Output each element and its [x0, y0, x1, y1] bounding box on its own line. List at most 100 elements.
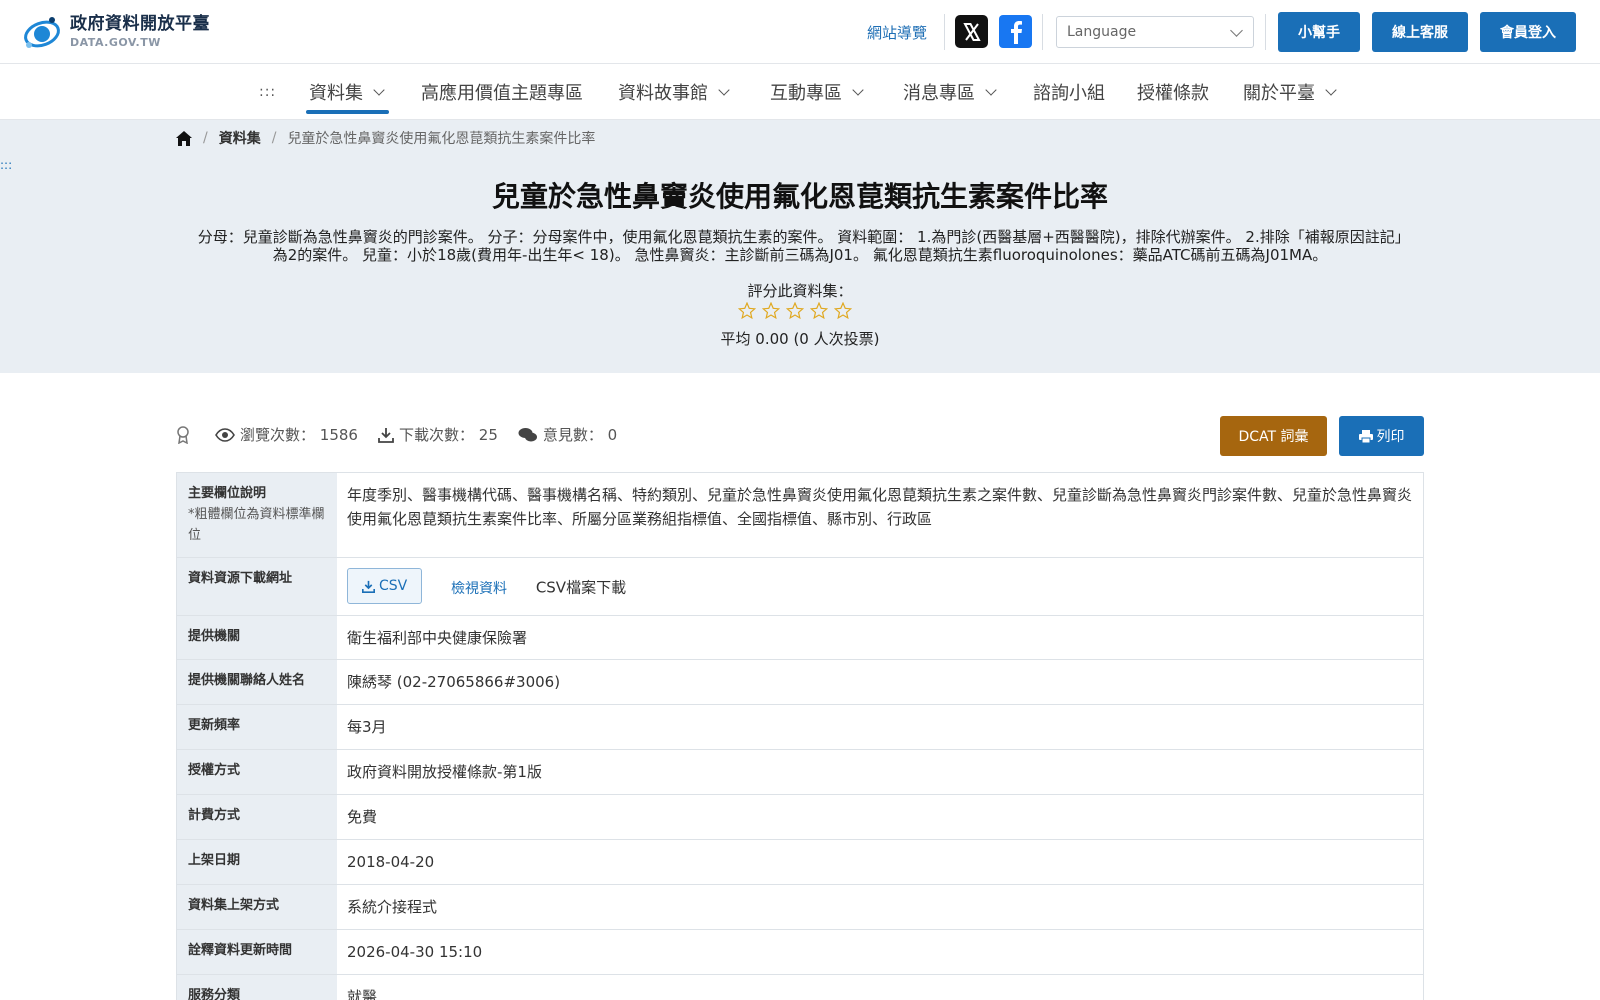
helper-button[interactable]: 小幫手 — [1278, 12, 1360, 52]
eye-icon — [215, 427, 235, 442]
fee-label: 計費方式 — [177, 795, 337, 839]
frequency-label: 更新頻率 — [177, 705, 337, 749]
nav-active-indicator — [306, 110, 389, 114]
x-twitter-icon[interactable] — [955, 15, 988, 48]
printer-icon — [1358, 430, 1373, 443]
csv-description: CSV檔案下載 — [535, 578, 627, 597]
fields-note: *粗體欄位為資料標準欄位 — [188, 507, 325, 543]
table-row: 服務分類 就醫 — [177, 975, 1423, 1000]
site-logo[interactable]: 政府資料開放平臺 DATA.GOV.TW — [22, 12, 210, 52]
breadcrumb: / 資料集 / 兒童於急性鼻竇炎使用氟化恩菎類抗生素案件比率 — [176, 128, 595, 148]
method-value: 系統介接程式 — [337, 885, 1423, 929]
breadcrumb-separator: / — [203, 130, 208, 146]
accesskey-anchor[interactable]: ::: — [259, 84, 276, 100]
view-data-link[interactable]: 檢視資料 — [451, 581, 507, 597]
rating-stars[interactable] — [738, 302, 858, 319]
header-divider — [944, 14, 945, 50]
csv-label: CSV — [379, 578, 408, 594]
dcat-vocabulary-button[interactable]: DCAT 詞彙 — [1220, 416, 1327, 456]
views-stat: 瀏覽次數： 1586 — [215, 424, 358, 445]
facebook-icon[interactable] — [999, 15, 1032, 48]
views-label: 瀏覽次數： — [240, 426, 316, 444]
top-header: 政府資料開放平臺 DATA.GOV.TW 網站導覽 Language 小幫手 線… — [0, 0, 1600, 64]
language-select[interactable]: Language — [1056, 16, 1254, 48]
comments-count: 0 — [607, 425, 618, 444]
award-icon — [177, 425, 189, 444]
header-divider — [1042, 14, 1043, 50]
downloads-stat: 下載次數： 25 — [378, 424, 498, 445]
nav-item-news[interactable]: 消息專區 — [903, 79, 997, 105]
resource-label: 資料資源下載網址 — [177, 558, 337, 615]
nav-item-label: 授權條款 — [1137, 83, 1209, 104]
chevron-down-icon — [852, 83, 864, 96]
service-label: 服務分類 — [177, 975, 337, 1000]
nav-item-advisory[interactable]: 諮詢小組 — [1033, 79, 1105, 105]
table-row: 資料資源下載網址 CSV 檢視資料 CSV檔案下載 — [177, 558, 1423, 616]
accesskey-anchor[interactable]: ::: — [0, 158, 12, 172]
star-icon[interactable] — [786, 302, 804, 319]
service-link[interactable]: 就醫 — [337, 975, 1423, 1000]
member-login-button[interactable]: 會員登入 — [1480, 12, 1576, 52]
rating-summary: 平均 0.00 (0 人次投票) — [720, 330, 880, 348]
nav-item-datasets[interactable]: 資料集 — [309, 79, 385, 105]
fee-value: 免費 — [337, 795, 1423, 839]
logo-icon — [22, 12, 64, 52]
home-icon[interactable] — [176, 130, 192, 146]
star-icon[interactable] — [738, 302, 756, 319]
fields-value: 年度季別、醫事機構代碼、醫事機構名稱、特約類別、兒童於急性鼻竇炎使用氟化恩菎類抗… — [337, 473, 1423, 557]
license-label: 授權方式 — [177, 750, 337, 794]
nav-item-label: 資料集 — [309, 83, 363, 104]
comments-stat: 意見數： 0 — [518, 424, 617, 445]
download-icon — [362, 580, 375, 593]
chevron-down-icon — [1230, 24, 1243, 37]
star-icon[interactable] — [810, 302, 828, 319]
star-icon[interactable] — [834, 302, 852, 319]
print-button[interactable]: 列印 — [1339, 416, 1424, 456]
dataset-description: 分母：兒童診斷為急性鼻竇炎的門診案件。 分子：分母案件中，使用氟化恩菎類抗生素的… — [197, 228, 1403, 264]
sitemap-link[interactable]: 網站導覽 — [867, 22, 927, 43]
csv-download-button[interactable]: CSV — [347, 568, 423, 604]
provider-label: 提供機關 — [177, 616, 337, 659]
chevron-down-icon — [373, 83, 385, 96]
nav-item-license[interactable]: 授權條款 — [1137, 79, 1209, 105]
header-divider — [1265, 14, 1266, 50]
nav-item-label: 關於平臺 — [1243, 83, 1315, 104]
comments-icon — [518, 427, 537, 441]
contact-value: 陳綉琴 (02-27065866#3006) — [337, 660, 1423, 704]
dataset-info-table: 主要欄位說明 *粗體欄位為資料標準欄位 年度季別、醫事機構代碼、醫事機構名稱、特約… — [176, 472, 1424, 1000]
meta-updated-label: 詮釋資料更新時間 — [177, 930, 337, 974]
table-row: 主要欄位說明 *粗體欄位為資料標準欄位 年度季別、醫事機構代碼、醫事機構名稱、特約… — [177, 473, 1423, 558]
table-row: 提供機關聯絡人姓名 陳綉琴 (02-27065866#3006) — [177, 660, 1423, 705]
dataset-stats: 瀏覽次數： 1586 下載次數： 25 意見數： 0 — [176, 424, 637, 445]
nav-item-interactive[interactable]: 互動專區 — [770, 79, 864, 105]
chevron-down-icon — [718, 83, 730, 96]
language-select-value: Language — [1067, 24, 1137, 40]
meta-updated-value: 2026-04-30 15:10 — [337, 930, 1423, 974]
table-row: 更新頻率 每3月 — [177, 705, 1423, 750]
nav-item-label: 消息專區 — [903, 83, 975, 104]
nav-item-high-value[interactable]: 高應用價值主題專區 — [421, 79, 583, 105]
logo-title: 政府資料開放平臺 — [70, 14, 210, 34]
table-row: 詮釋資料更新時間 2026-04-30 15:10 — [177, 930, 1423, 975]
nav-item-label: 資料故事館 — [618, 83, 708, 104]
nav-item-label: 互動專區 — [770, 83, 842, 104]
chevron-down-icon — [1325, 83, 1337, 96]
online-support-button[interactable]: 線上客服 — [1372, 12, 1468, 52]
main-navigation: ::: 資料集 高應用價值主題專區 資料故事館 互動專區 消息專區 諮詢小組 授… — [0, 64, 1600, 120]
print-label: 列印 — [1376, 429, 1405, 445]
provider-link[interactable]: 衛生福利部中央健康保險署 — [337, 616, 1423, 659]
download-icon — [378, 427, 394, 443]
table-row: 上架日期 2018-04-20 — [177, 840, 1423, 885]
dataset-hero: ::: / 資料集 / 兒童於急性鼻竇炎使用氟化恩菎類抗生素案件比率 兒童於急性… — [0, 120, 1600, 373]
nav-item-stories[interactable]: 資料故事館 — [618, 79, 730, 105]
published-label: 上架日期 — [177, 840, 337, 884]
breadcrumb-separator: / — [271, 130, 277, 146]
fields-label: 主要欄位說明 — [188, 486, 267, 501]
downloads-label: 下載次數： — [398, 426, 474, 444]
row-label: 主要欄位說明 *粗體欄位為資料標準欄位 — [177, 473, 337, 557]
views-count: 1586 — [319, 425, 358, 444]
breadcrumb-datasets[interactable]: 資料集 — [219, 128, 261, 148]
comments-label: 意見數： — [542, 426, 603, 444]
nav-item-about[interactable]: 關於平臺 — [1243, 79, 1337, 105]
star-icon[interactable] — [762, 302, 780, 319]
